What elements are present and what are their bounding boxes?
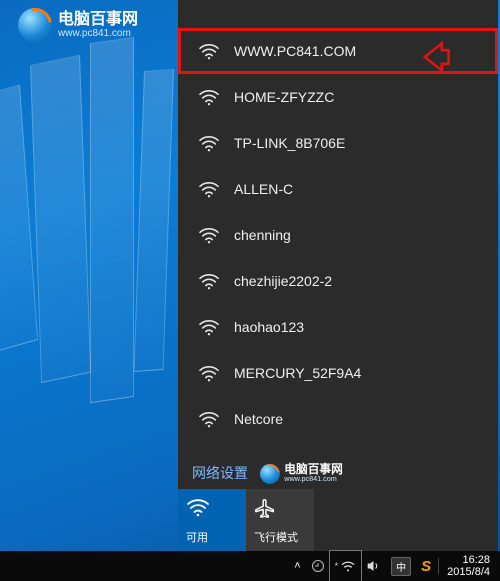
wifi-network-name: HOME-ZFYZZC — [234, 89, 334, 105]
sogou-icon: S — [421, 558, 431, 575]
wifi-icon — [198, 134, 220, 152]
tray-sogou-icon[interactable]: S — [416, 551, 436, 581]
airplane-mode-tile[interactable]: 飞行模式 — [246, 489, 314, 551]
wifi-network-name: ALLEN-C — [234, 181, 293, 197]
wifi-network-item[interactable]: chezhijie2202-2 — [178, 258, 498, 304]
wifi-network-item[interactable]: Netcore — [178, 396, 498, 442]
taskbar: ˄ * 中 S 16:28 2015/8/4 — [0, 551, 500, 581]
airplane-icon — [254, 497, 278, 519]
wifi-icon — [198, 364, 220, 382]
tray-overflow-button[interactable]: ˄ — [289, 551, 305, 581]
wifi-icon — [198, 42, 220, 60]
wifi-network-item[interactable]: haohao123 — [178, 304, 498, 350]
wifi-network-name: TP-LINK_8B706E — [234, 135, 345, 151]
tray-ime-indicator[interactable]: 中 — [386, 551, 416, 581]
airplane-tile-label: 飞行模式 — [254, 529, 306, 545]
wifi-network-item[interactable]: ALLEN-C — [178, 166, 498, 212]
wifi-icon — [198, 226, 220, 244]
system-tray: ˄ * 中 S 16:28 2015/8/4 — [289, 551, 496, 581]
watermark-url: www.pc841.com — [58, 28, 138, 39]
wifi-network-item[interactable]: MERCURY_52F9A4 — [178, 350, 498, 396]
wifi-icon — [198, 180, 220, 198]
watermark-top: 电脑百事网 www.pc841.com — [18, 8, 138, 42]
wifi-network-item[interactable]: HOME-ZFYZZC — [178, 74, 498, 120]
watermark-inline: 电脑百事网 www.pc841.com — [260, 463, 343, 484]
watermark-globe-icon — [18, 8, 52, 42]
wifi-network-name: haohao123 — [234, 319, 304, 335]
tray-network-icon[interactable]: * — [330, 551, 362, 581]
clock-time: 16:28 — [462, 554, 490, 566]
network-settings-row[interactable]: 网络设置 电脑百事网 www.pc841.com — [178, 456, 498, 489]
wifi-tile[interactable]: 可用 — [178, 489, 246, 551]
wifi-network-name: chezhijie2202-2 — [234, 273, 332, 289]
chevron-up-icon: ˄ — [294, 560, 300, 572]
quick-actions-row: 可用 飞行模式 — [178, 489, 498, 551]
network-flyout: WWW.PC841.COM HOME-ZFYZZC TP-LINK_8B706E AL… — [178, 0, 498, 551]
wifi-network-name: Netcore — [234, 411, 283, 427]
wifi-icon — [198, 318, 220, 336]
wifi-icon — [198, 410, 220, 428]
wifi-network-name: MERCURY_52F9A4 — [234, 365, 361, 381]
tray-status-icon[interactable] — [306, 551, 330, 581]
tray-volume-icon[interactable] — [361, 551, 386, 581]
wifi-network-item[interactable]: TP-LINK_8B706E — [178, 120, 498, 166]
taskbar-clock[interactable]: 16:28 2015/8/4 — [441, 554, 496, 578]
wifi-icon — [198, 88, 220, 106]
annotation-arrow-icon — [418, 40, 452, 74]
wifi-network-name: chenning — [234, 227, 291, 243]
watermark-brand: 电脑百事网 — [58, 11, 138, 29]
network-settings-label: 网络设置 — [192, 463, 248, 483]
clock-date: 2015/8/4 — [447, 566, 490, 578]
ime-text: 中 — [391, 557, 411, 576]
wifi-network-item[interactable]: chenning — [178, 212, 498, 258]
wifi-tile-label: 可用 — [186, 529, 238, 545]
wifi-icon — [198, 272, 220, 290]
wifi-icon — [186, 497, 210, 519]
watermark-globe-icon — [260, 464, 280, 484]
wifi-network-name: WWW.PC841.COM — [234, 43, 356, 59]
